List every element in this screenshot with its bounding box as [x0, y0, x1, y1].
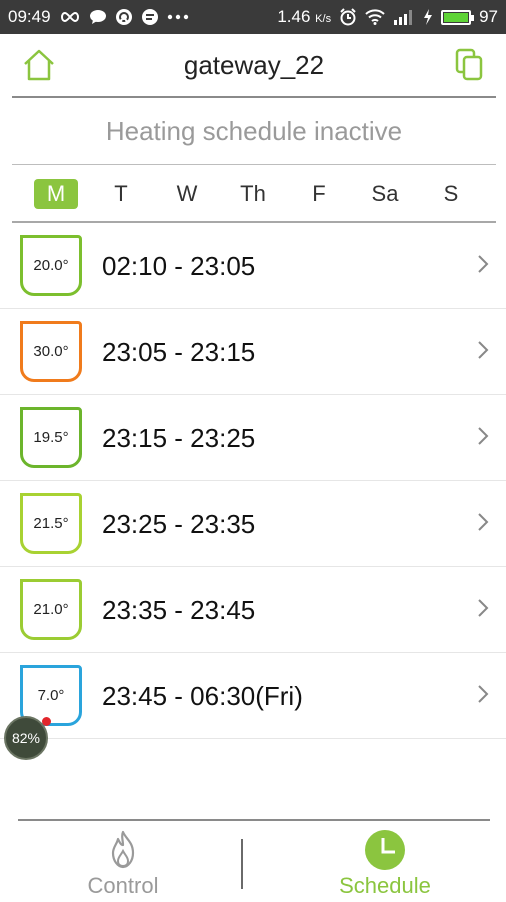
- temperature-badge: 21.5°: [20, 493, 82, 554]
- nav-control-label: Control: [87, 873, 159, 898]
- schedule-status-bar: Heating schedule inactive: [12, 96, 496, 165]
- page-title: gateway_22: [183, 50, 325, 80]
- copy-icon: [455, 48, 483, 81]
- signal-icon: [393, 9, 415, 25]
- time-range: 02:10 - 23:05: [102, 251, 256, 281]
- time-range: 23:25 - 23:35: [102, 509, 256, 539]
- temperature-badge: 30.0°: [20, 321, 82, 382]
- wifi-icon: [365, 9, 385, 25]
- charging-bolt-icon: [423, 9, 433, 25]
- copy-schedule-button[interactable]: [454, 48, 484, 82]
- battery-level: 97: [479, 7, 498, 26]
- schedule-row[interactable]: 19.5° 23:15 - 23:25: [0, 395, 506, 481]
- temperature-badge: 20.0°: [20, 235, 82, 296]
- infinity-icon: [59, 11, 81, 23]
- schedule-list: 20.0° 02:10 - 23:05 30.0° 23:05 - 23:15 …: [0, 223, 506, 739]
- day-selector: M T W Th F Sa S: [12, 165, 496, 223]
- day-tab-wednesday[interactable]: W: [165, 179, 209, 209]
- day-tab-thursday[interactable]: Th: [231, 179, 275, 209]
- network-speed-unit: K/s: [315, 13, 332, 25]
- day-tab-sunday[interactable]: S: [429, 179, 473, 209]
- nav-control-tab[interactable]: Control: [18, 821, 228, 901]
- nav-schedule-tab[interactable]: Schedule: [280, 821, 490, 901]
- day-tab-tuesday[interactable]: T: [99, 179, 143, 209]
- battery-icon: [441, 9, 475, 25]
- time-range: 23:35 - 23:45: [102, 595, 256, 625]
- sync-app-icon: [115, 8, 133, 26]
- temperature-badge: 19.5°: [20, 407, 82, 468]
- network-speed: 1.46 K/s: [277, 7, 331, 27]
- schedule-row[interactable]: 20.0° 02:10 - 23:05: [0, 223, 506, 309]
- chevron-right-icon: [478, 513, 489, 531]
- schedule-row[interactable]: 7.0° 23:45 - 06:30(Fri): [0, 653, 506, 739]
- temperature-badge: 21.0°: [20, 579, 82, 640]
- bottom-navigation: Control Schedule: [18, 819, 490, 902]
- chat-bubble-icon: [89, 9, 107, 25]
- more-dots-icon: [167, 14, 189, 20]
- notification-dot: [42, 717, 51, 726]
- time-range: 23:05 - 23:15: [102, 337, 256, 367]
- schedule-status-text: Heating schedule inactive: [105, 116, 403, 146]
- schedule-row[interactable]: 21.0° 23:35 - 23:45: [0, 567, 506, 653]
- time-range: 23:15 - 23:25: [102, 423, 256, 453]
- nav-schedule-label: Schedule: [339, 873, 431, 898]
- app-header: gateway_22: [12, 34, 496, 98]
- message-app-icon: [141, 8, 159, 26]
- day-tab-saturday[interactable]: Sa: [363, 179, 407, 209]
- clock-icon: [365, 830, 405, 870]
- schedule-row[interactable]: 21.5° 23:25 - 23:35: [0, 481, 506, 567]
- chevron-right-icon: [478, 255, 489, 273]
- day-tab-friday[interactable]: F: [297, 179, 341, 209]
- status-bar: 09:49 1.46 K/s 97: [0, 0, 506, 34]
- clock: 09:49: [8, 7, 51, 26]
- day-tab-monday[interactable]: M: [34, 179, 78, 209]
- schedule-row[interactable]: 30.0° 23:05 - 23:15: [0, 309, 506, 395]
- chevron-right-icon: [478, 341, 489, 359]
- nav-divider: [241, 839, 243, 889]
- alarm-clock-icon: [339, 8, 357, 26]
- chevron-right-icon: [478, 685, 489, 703]
- time-range: 23:45 - 06:30(Fri): [102, 681, 303, 711]
- chevron-right-icon: [478, 599, 489, 617]
- flame-icon: [111, 830, 135, 869]
- network-speed-value: 1.46: [277, 7, 311, 26]
- chevron-right-icon: [478, 427, 489, 445]
